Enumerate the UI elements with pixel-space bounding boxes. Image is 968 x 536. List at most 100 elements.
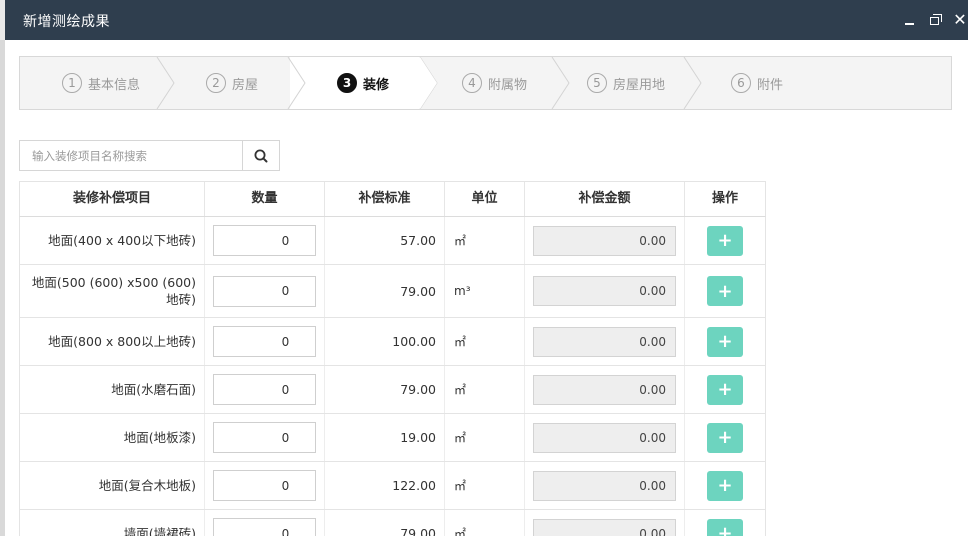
add-button[interactable]: + xyxy=(707,276,743,306)
table-row: 地面(500 (600) x500 (600)地砖) 79.00m³ + xyxy=(19,265,766,318)
table-row: 地面(800 x 800以上地砖) 100.00㎡ + xyxy=(19,318,766,366)
item-name-text: 地面(500 (600) x500 (600)地砖) xyxy=(31,275,196,307)
step-basic-info[interactable]: 1 基本信息 xyxy=(62,57,140,109)
amount-cell xyxy=(525,414,685,461)
item-name: 地面(水磨石面) xyxy=(20,366,205,413)
item-name: 地面(复合木地板) xyxy=(20,462,205,509)
item-name: 墙面(墙裙砖) xyxy=(20,510,205,536)
add-button[interactable]: + xyxy=(707,422,743,453)
add-button[interactable]: + xyxy=(707,470,743,501)
step-decoration[interactable]: 3 装修 xyxy=(337,57,389,109)
amount-cell xyxy=(525,318,685,365)
quantity-input[interactable] xyxy=(213,470,316,501)
amount-field xyxy=(533,518,676,536)
item-name: 地面(800 x 800以上地砖) xyxy=(20,318,205,365)
quantity-input[interactable] xyxy=(213,374,316,405)
table-row: 地面(地板漆) 19.00㎡ + xyxy=(19,414,766,462)
quantity-cell xyxy=(205,318,325,365)
close-button[interactable]: ✕ xyxy=(952,12,968,28)
quantity-cell xyxy=(205,462,325,509)
action-cell: + xyxy=(685,510,765,536)
amount-field xyxy=(533,374,676,405)
plus-icon: + xyxy=(717,230,733,251)
add-button[interactable]: + xyxy=(707,326,743,357)
action-cell: + xyxy=(685,265,765,317)
quantity-cell xyxy=(205,366,325,413)
step-wizard: 1 基本信息 2 房屋 3 装修 4 附属物 5 房屋用地 6 附件 xyxy=(19,56,952,110)
maximize-button[interactable] xyxy=(928,12,944,28)
unit: ㎡ xyxy=(445,217,525,264)
plus-icon: + xyxy=(717,379,733,400)
step-number: 2 xyxy=(206,73,226,93)
standard-price: 19.00 xyxy=(325,414,445,461)
table-row: 地面(水磨石面) 79.00㎡ + xyxy=(19,366,766,414)
step-number: 3 xyxy=(337,73,357,93)
item-name-text: 地面(400 x 400以下地砖) xyxy=(48,233,196,248)
step-label: 基本信息 xyxy=(88,77,141,93)
plus-icon: + xyxy=(717,331,733,352)
item-name-text: 地面(地板漆) xyxy=(123,430,196,445)
minimize-button[interactable] xyxy=(902,12,918,28)
item-name: 地面(地板漆) xyxy=(20,414,205,461)
add-button[interactable]: + xyxy=(707,225,743,256)
unit: ㎡ xyxy=(445,462,525,509)
minimize-icon xyxy=(905,23,914,25)
quantity-input[interactable] xyxy=(213,275,316,307)
standard-price: 79.00 xyxy=(325,366,445,413)
amount-field xyxy=(533,225,676,256)
step-label: 房屋用地 xyxy=(613,77,666,93)
action-cell: + xyxy=(685,462,765,509)
header-action: 操作 xyxy=(711,191,738,206)
amount-cell xyxy=(525,510,685,536)
dialog-title: 新增测绘成果 xyxy=(23,14,110,30)
amount-cell xyxy=(525,265,685,317)
header-amount: 补偿金额 xyxy=(525,182,685,216)
header-standard: 补偿标准 xyxy=(325,182,445,216)
item-name: 地面(400 x 400以下地砖) xyxy=(20,217,205,264)
standard-price: 100.00 xyxy=(325,318,445,365)
action-cell: + xyxy=(685,414,765,461)
search-icon xyxy=(254,149,268,163)
step-label: 附属物 xyxy=(488,77,528,93)
plus-icon: + xyxy=(717,475,733,496)
amount-cell xyxy=(525,366,685,413)
standard-price: 79.00 xyxy=(325,510,445,536)
action-cell: + xyxy=(685,318,765,365)
quantity-input[interactable] xyxy=(213,225,316,256)
unit: m³ xyxy=(445,265,525,317)
amount-cell xyxy=(525,462,685,509)
search-button[interactable] xyxy=(242,140,280,171)
quantity-cell xyxy=(205,414,325,461)
amount-field xyxy=(533,326,676,357)
unit: ㎡ xyxy=(445,366,525,413)
standard-price: 79.00 xyxy=(325,265,445,317)
table-row: 墙面(墙裙砖) 79.00㎡ + xyxy=(19,510,766,536)
header-quantity: 数量 xyxy=(205,182,325,216)
action-cell: + xyxy=(685,217,765,264)
amount-field xyxy=(533,470,676,501)
add-button[interactable]: + xyxy=(707,374,743,405)
step-label: 装修 xyxy=(363,77,390,93)
table-row: 地面(400 x 400以下地砖) 57.00㎡ + xyxy=(19,217,766,265)
plus-icon: + xyxy=(717,280,733,302)
standard-price: 122.00 xyxy=(325,462,445,509)
add-button[interactable]: + xyxy=(707,518,743,536)
quantity-input[interactable] xyxy=(213,518,316,536)
search-box xyxy=(19,140,280,171)
item-name-text: 地面(800 x 800以上地砖) xyxy=(48,334,196,349)
dialog: 新增测绘成果 ✕ 1 基本信息 2 房屋 3 装修 4 附属物 5 房屋用地 6… xyxy=(5,0,968,536)
step-number: 5 xyxy=(587,73,607,93)
titlebar: 新增测绘成果 ✕ xyxy=(5,0,968,40)
close-icon: ✕ xyxy=(953,10,967,29)
item-name-text: 地面(水磨石面) xyxy=(111,382,196,397)
step-attachments[interactable]: 4 附属物 xyxy=(462,57,527,109)
quantity-input[interactable] xyxy=(213,326,316,357)
step-house-land[interactable]: 5 房屋用地 xyxy=(587,57,665,109)
quantity-cell xyxy=(205,510,325,536)
quantity-input[interactable] xyxy=(213,422,316,453)
search-input[interactable] xyxy=(20,141,242,170)
step-files[interactable]: 6 附件 xyxy=(731,57,783,109)
step-house[interactable]: 2 房屋 xyxy=(206,57,258,109)
quantity-cell xyxy=(205,217,325,264)
action-cell: + xyxy=(685,366,765,413)
